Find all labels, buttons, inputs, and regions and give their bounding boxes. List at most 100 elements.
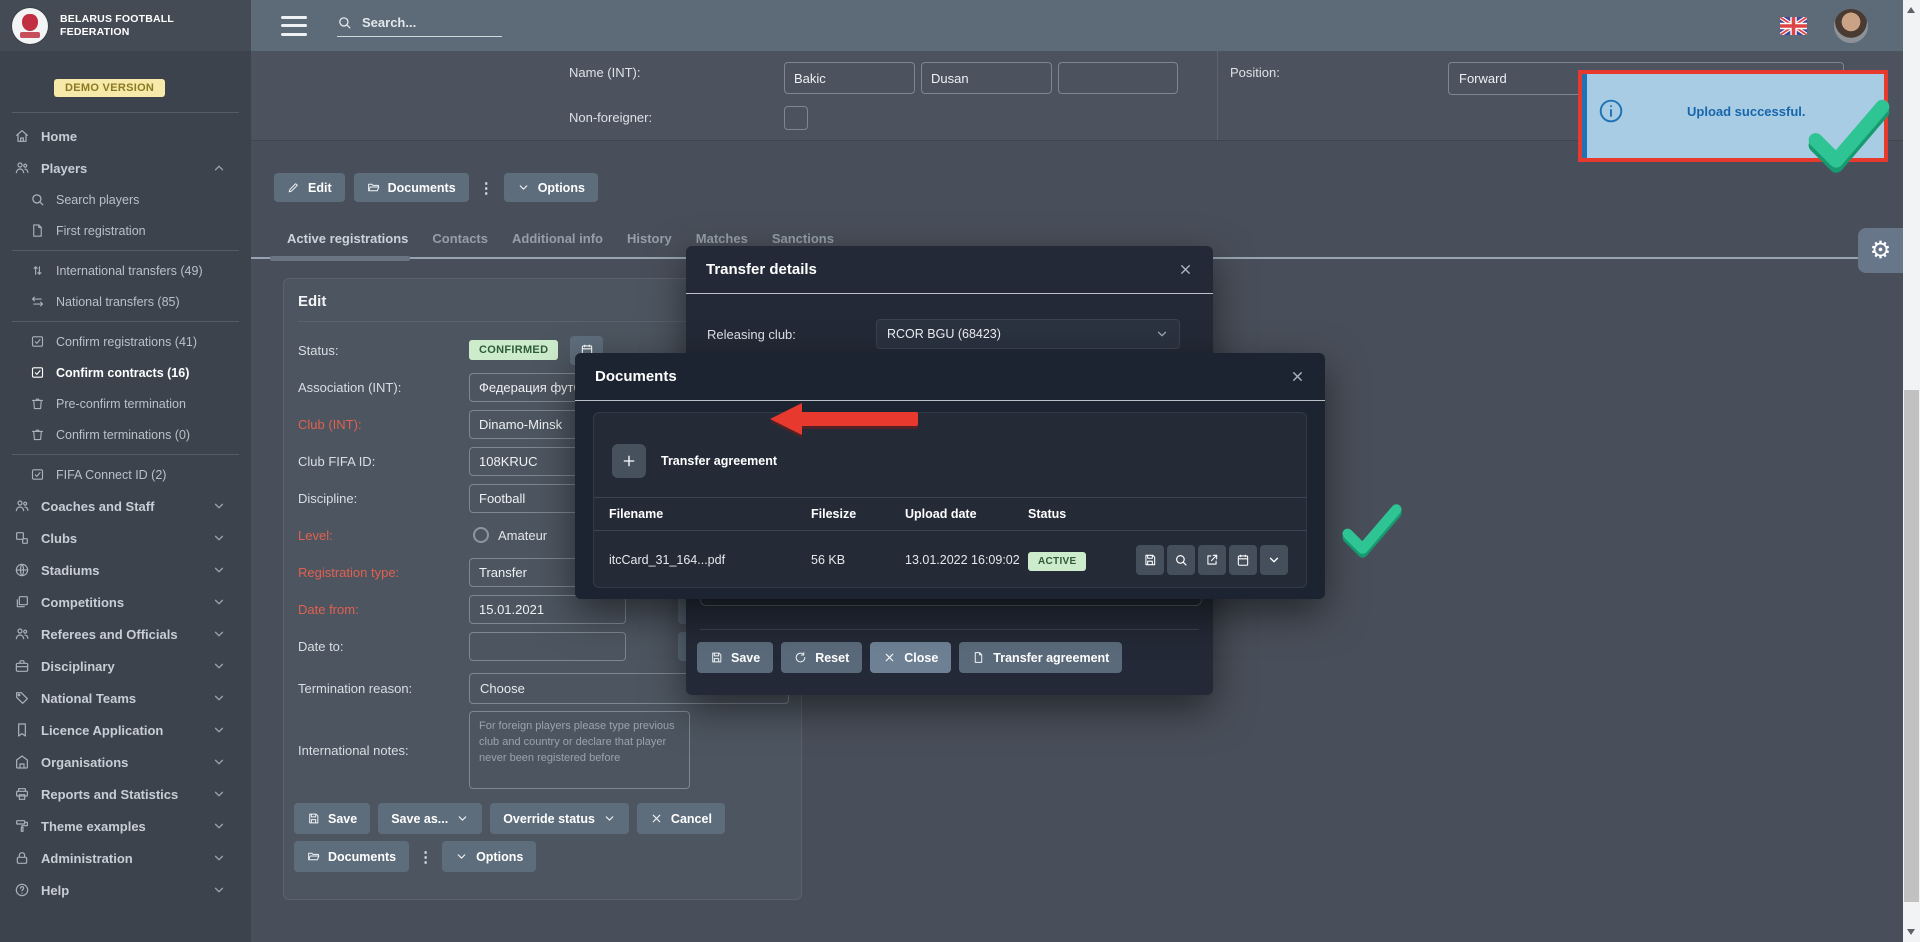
player-tabs: Active registrations Contacts Additional i… <box>287 231 834 246</box>
transfer-close-button[interactable]: Close <box>870 642 951 673</box>
sidebar-item-administration[interactable]: Administration <box>0 842 251 874</box>
document-search-button[interactable] <box>1167 545 1195 575</box>
scroll-down-arrow-icon[interactable] <box>1907 929 1915 935</box>
sidebar-item-organisations[interactable]: Organisations <box>0 746 251 778</box>
edit-save-as-button[interactable]: Save as... <box>378 803 482 834</box>
sidebar-item-fifa-connect-id-2[interactable]: FIFA Connect ID (2) <box>0 459 251 490</box>
sidebar-item-first-registration[interactable]: First registration <box>0 215 251 246</box>
tab-sanctions[interactable]: Sanctions <box>772 231 834 246</box>
chevron-down-icon <box>212 595 226 609</box>
releasing-club-select[interactable]: RCOR BGU (68423) <box>876 319 1180 349</box>
options-button[interactable]: Options <box>504 173 598 202</box>
sidebar-item-confirm-contracts-16[interactable]: Confirm contracts (16) <box>0 357 251 388</box>
demo-version-badge: DEMO VERSION <box>54 79 165 97</box>
file-icon <box>972 651 985 664</box>
sidebar-item-national-transfers-85[interactable]: National transfers (85) <box>0 286 251 317</box>
sidebar-item-referees-and-officials[interactable]: Referees and Officials <box>0 618 251 650</box>
document-calendar-button[interactable] <box>1229 545 1257 575</box>
sidebar-item-label: Competitions <box>41 595 124 610</box>
document-chevron-down-button[interactable] <box>1260 545 1288 575</box>
international-notes-textarea[interactable]: For foreign players please type previous… <box>469 711 690 789</box>
chevron-down-icon <box>212 627 226 641</box>
sidebar-item-clubs[interactable]: Clubs <box>0 522 251 554</box>
middle-name-input[interactable] <box>1058 62 1178 94</box>
more-options-icon[interactable]: ⋮ <box>417 848 434 866</box>
language-flag-uk-icon[interactable] <box>1780 17 1807 35</box>
first-name-input[interactable] <box>921 62 1052 94</box>
gear-icon: ⚙ <box>1870 236 1892 265</box>
date-to-input[interactable] <box>469 632 626 661</box>
search-input[interactable] <box>360 14 484 31</box>
sidebar-item-coaches-and-staff[interactable]: Coaches and Staff <box>0 490 251 522</box>
button-label: Edit <box>308 181 332 195</box>
sidebar-item-label: Theme examples <box>41 819 146 834</box>
status-badge: CONFIRMED <box>469 340 558 360</box>
documents-table-header: FilenameFilesizeUpload dateStatus <box>594 497 1306 531</box>
close-icon[interactable] <box>1290 369 1305 384</box>
edit-button[interactable]: Edit <box>274 173 345 202</box>
home-icon <box>14 128 30 144</box>
chevron-down-icon <box>456 812 469 825</box>
documents-button[interactable]: Documents <box>354 173 469 202</box>
scrollbar-thumb[interactable] <box>1904 390 1919 902</box>
sidebar-item-confirm-terminations-0[interactable]: Confirm terminations (0) <box>0 419 251 450</box>
level-radio-1[interactable] <box>473 527 489 543</box>
sidebar-item-search-players[interactable]: Search players <box>0 184 251 215</box>
add-document-button[interactable] <box>612 444 646 478</box>
non-foreigner-checkbox[interactable] <box>784 106 808 130</box>
sidebar-item-competitions[interactable]: Competitions <box>0 586 251 618</box>
page-scrollbar[interactable] <box>1903 0 1920 942</box>
edit-documents-button[interactable]: Documents <box>294 841 409 872</box>
user-avatar[interactable] <box>1834 9 1868 43</box>
document-save-button[interactable] <box>1136 545 1164 575</box>
scroll-up-arrow-icon[interactable] <box>1907 7 1915 13</box>
edit-save-button[interactable]: Save <box>294 803 370 834</box>
sidebar-item-reports-and-statistics[interactable]: Reports and Statistics <box>0 778 251 810</box>
field-label: Discipline: <box>298 491 469 506</box>
sidebar-item-confirm-registrations-41[interactable]: Confirm registrations (41) <box>0 326 251 357</box>
close-icon[interactable] <box>1178 262 1193 277</box>
field-label: Status: <box>298 343 469 358</box>
button-label: Documents <box>328 850 396 864</box>
tab-history[interactable]: History <box>627 231 672 246</box>
tab-contacts[interactable]: Contacts <box>432 231 488 246</box>
sidebar-item-pre-confirm-termination[interactable]: Pre-confirm termination <box>0 388 251 419</box>
edit-override-status-button[interactable]: Override status <box>490 803 629 834</box>
tab-active-registrations[interactable]: Active registrations <box>287 231 408 246</box>
save-icon <box>710 651 723 664</box>
external-link-icon <box>1205 553 1219 567</box>
more-options-icon[interactable]: ⋮ <box>478 179 495 197</box>
sidebar-item-label: National Teams <box>41 691 136 706</box>
document-external-link-button[interactable] <box>1198 545 1226 575</box>
edit-cancel-button[interactable]: Cancel <box>637 803 725 834</box>
sidebar-item-international-transfers-49[interactable]: International transfers (49) <box>0 255 251 286</box>
transfer-reset-button[interactable]: Reset <box>781 642 862 673</box>
sidebar-item-players[interactable]: Players <box>0 152 251 184</box>
tabs-scroll-indicator[interactable] <box>270 256 410 261</box>
edit-options-button[interactable]: Options <box>442 841 536 872</box>
sidebar-item-licence-application[interactable]: Licence Application <box>0 714 251 746</box>
global-search[interactable] <box>337 14 502 37</box>
sidebar-item-help[interactable]: Help <box>0 874 251 906</box>
tab-additional-info[interactable]: Additional info <box>512 231 603 246</box>
chevron-down-icon <box>212 499 226 513</box>
sidebar-item-disciplinary[interactable]: Disciplinary <box>0 650 251 682</box>
sidebar-item-stadiums[interactable]: Stadiums <box>0 554 251 586</box>
sidebar-item-label: First registration <box>56 224 146 238</box>
transfer-save-button[interactable]: Save <box>697 642 773 673</box>
close-icon <box>883 651 896 664</box>
tab-matches[interactable]: Matches <box>696 231 748 246</box>
tag-icon <box>14 690 30 706</box>
documents-panel: Transfer agreement FilenameFilesizeUploa… <box>593 412 1307 588</box>
last-name-input[interactable] <box>784 62 915 94</box>
hamburger-menu-icon[interactable] <box>281 16 307 36</box>
sidebar-item-theme-examples[interactable]: Theme examples <box>0 810 251 842</box>
sidebar-item-home[interactable]: Home <box>0 120 251 152</box>
chevron-down-icon <box>455 850 468 863</box>
documents-modal-title: Documents <box>595 368 677 385</box>
upload-date-cell: 13.01.2022 16:09:02 <box>905 553 1028 567</box>
transfer-transfer-agreement-button[interactable]: Transfer agreement <box>959 642 1122 673</box>
settings-gear-button[interactable]: ⚙ <box>1858 228 1903 273</box>
sidebar-item-national-teams[interactable]: National Teams <box>0 682 251 714</box>
position-label: Position: <box>1230 65 1280 80</box>
